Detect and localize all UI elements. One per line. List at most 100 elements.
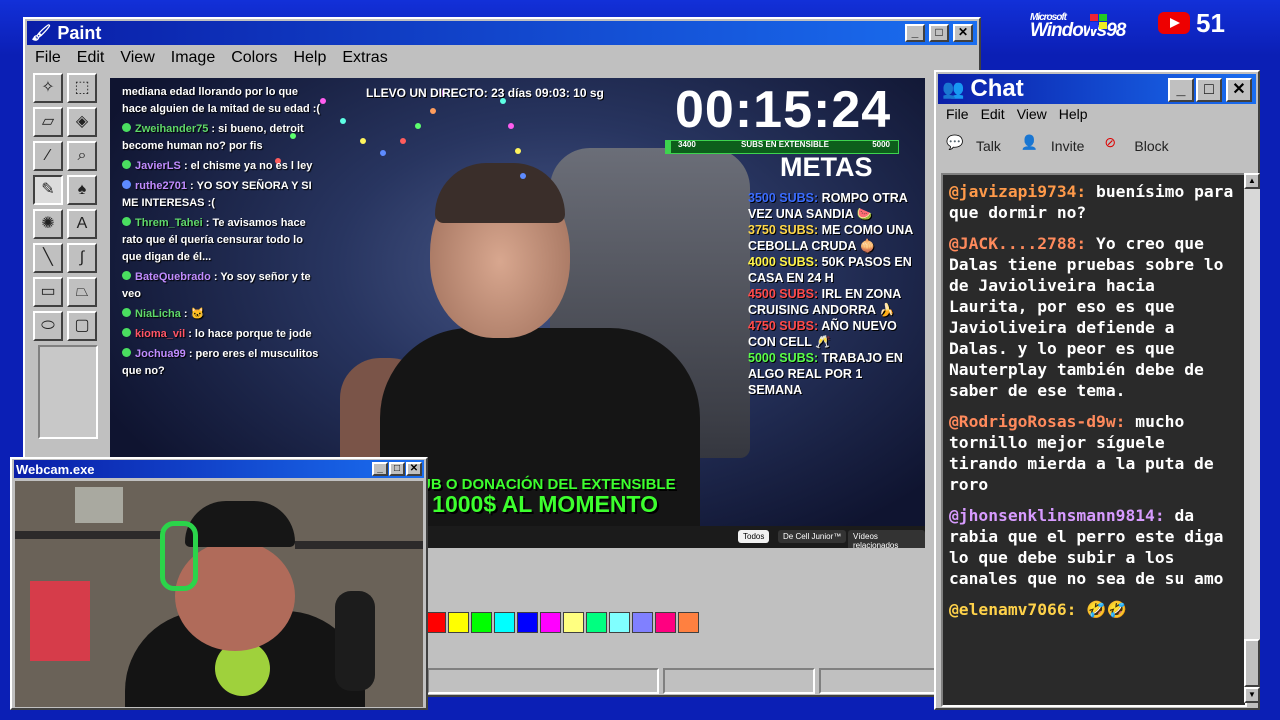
paint-menubar: File Edit View Image Colors Help Extras bbox=[27, 49, 396, 67]
chat-menubar: File Edit View Help bbox=[940, 106, 1094, 122]
menu-image[interactable]: Image bbox=[163, 49, 223, 67]
eraser-icon[interactable]: ▱ bbox=[33, 107, 63, 137]
menu-file[interactable]: File bbox=[27, 49, 69, 67]
menu-file[interactable]: File bbox=[940, 106, 975, 122]
goal-item: 3750 SUBS: ME COMO UNA CEBOLLA CRUDA 🧅 bbox=[748, 223, 913, 253]
maximize-button[interactable]: □ bbox=[929, 24, 949, 42]
rect-select-icon[interactable]: ⬚ bbox=[67, 73, 97, 103]
palette-color[interactable] bbox=[540, 612, 561, 633]
palette-color[interactable] bbox=[517, 612, 538, 633]
brush-icon[interactable]: ♠ bbox=[67, 175, 97, 205]
chat-title: Chat bbox=[970, 75, 1024, 102]
block-button[interactable]: ⊘ Block bbox=[1104, 134, 1168, 158]
webcam-feed bbox=[15, 481, 423, 707]
subscriber-count: 51 bbox=[1196, 8, 1225, 38]
palette-color[interactable] bbox=[448, 612, 469, 633]
palette-color[interactable] bbox=[609, 612, 630, 633]
invite-button[interactable]: 👤 Invite bbox=[1021, 134, 1084, 158]
free-select-icon[interactable]: ✧ bbox=[33, 73, 63, 103]
youtube-icon bbox=[1158, 12, 1190, 34]
ellipse-tool-icon[interactable]: ⬭ bbox=[33, 311, 63, 341]
rectangle-tool-icon[interactable]: ▭ bbox=[33, 277, 63, 307]
close-button[interactable]: ✕ bbox=[1226, 78, 1252, 102]
webcam-titlebar[interactable]: Webcam.exe _ □ ✕ bbox=[14, 460, 424, 478]
overlay-chat-line: JavierLS : el chisme ya no es l ley bbox=[122, 158, 322, 175]
tool-options-box[interactable] bbox=[38, 345, 98, 439]
fill-bucket-icon[interactable]: ◈ bbox=[67, 107, 97, 137]
magnifier-icon[interactable]: ⌕ bbox=[67, 141, 97, 171]
menu-extras[interactable]: Extras bbox=[334, 49, 395, 67]
overlay-chat-line: Zweihander75 : si bueno, detroit become … bbox=[122, 123, 304, 152]
scroll-down-icon[interactable]: ▼ bbox=[1244, 687, 1260, 703]
live-duration: LLEVO UN DIRECTO: 23 días 09:03: 10 sg bbox=[366, 86, 604, 100]
paint-statusbar bbox=[427, 668, 955, 696]
menu-edit[interactable]: Edit bbox=[69, 49, 113, 67]
palette-color[interactable] bbox=[632, 612, 653, 633]
pencil-icon[interactable]: ✎ bbox=[33, 175, 63, 205]
palette-color[interactable] bbox=[494, 612, 515, 633]
line-tool-icon[interactable]: ╲ bbox=[33, 243, 63, 273]
streamer-cap bbox=[185, 501, 295, 547]
minimize-button[interactable]: _ bbox=[372, 462, 388, 476]
palette-color[interactable] bbox=[586, 612, 607, 633]
scroll-up-icon[interactable]: ▲ bbox=[1244, 173, 1260, 189]
talk-button[interactable]: 💬 Talk bbox=[946, 134, 1001, 158]
close-button[interactable]: ✕ bbox=[953, 24, 973, 42]
color-picker-icon[interactable]: ⁄ bbox=[33, 141, 63, 171]
palette-color[interactable] bbox=[563, 612, 584, 633]
menu-view[interactable]: View bbox=[1011, 106, 1053, 122]
paint-app-icon: 🖌 bbox=[31, 25, 52, 42]
palette-color[interactable] bbox=[471, 612, 492, 633]
menu-help[interactable]: Help bbox=[285, 49, 334, 67]
subs-label: SUBS EN EXTENSIBLE bbox=[741, 140, 830, 149]
text-tool-icon[interactable]: A bbox=[67, 209, 97, 239]
chip-cell-junior[interactable]: De Cell Junior™ bbox=[778, 530, 847, 543]
rounded-rect-tool-icon[interactable]: ▢ bbox=[67, 311, 97, 341]
overlay-chat-line: mediana edad llorando por lo que hace al… bbox=[122, 86, 321, 115]
block-icon: ⊘ bbox=[1104, 134, 1117, 150]
menu-view[interactable]: View bbox=[112, 49, 162, 67]
invite-icon: 👤 bbox=[1020, 134, 1039, 150]
goal-item: 3500 SUBS: ROMPO OTRA VEZ UNA SANDIA 🍉 bbox=[748, 191, 908, 221]
palette-color[interactable] bbox=[655, 612, 676, 633]
chat-window: 👥 Chat _ □ ✕ File Edit View Help 💬 Talk 👤… bbox=[934, 70, 1260, 710]
chat-titlebar[interactable]: 👥 Chat _ □ ✕ bbox=[938, 74, 1256, 104]
palette-color[interactable] bbox=[678, 612, 699, 633]
maximize-button[interactable]: □ bbox=[389, 462, 405, 476]
polygon-tool-icon[interactable]: ⏢ bbox=[67, 277, 97, 307]
overlay-chat-line: NiaLicha : 🐱 bbox=[122, 306, 322, 323]
chat-scrollbar[interactable]: ▲ ▼ bbox=[1244, 173, 1260, 703]
subs-min: 3400 bbox=[678, 140, 696, 149]
scroll-thumb[interactable] bbox=[1244, 639, 1260, 687]
paint-titlebar[interactable]: 🖌 Paint _ □ ✕ bbox=[27, 21, 977, 45]
menu-colors[interactable]: Colors bbox=[223, 49, 285, 67]
minimize-button[interactable]: _ bbox=[1168, 78, 1194, 102]
chat-messages[interactable]: @javizapi9734: buenísimo para que dormir… bbox=[941, 173, 1247, 707]
shelf-item bbox=[75, 487, 123, 523]
status-pane bbox=[663, 668, 816, 694]
chat-message: @JACK....2788: Yo creo que Dalas tiene p… bbox=[949, 234, 1224, 400]
menu-edit[interactable]: Edit bbox=[975, 106, 1011, 122]
goals-list: 3500 SUBS: ROMPO OTRA VEZ UNA SANDIA 🍉 3… bbox=[748, 190, 918, 398]
webcam-window: Webcam.exe _ □ ✕ bbox=[10, 457, 428, 710]
overlay-chat-line: ruthe2701 : YO SOY SEÑORA Y SI ME INTERE… bbox=[122, 180, 312, 209]
windows-flag-icon bbox=[1090, 14, 1108, 30]
close-button[interactable]: ✕ bbox=[406, 462, 422, 476]
goal-item: 4500 SUBS: IRL EN ZONA CRUISING ANDORRA … bbox=[748, 287, 901, 317]
green-headset bbox=[160, 521, 198, 591]
maximize-button[interactable]: □ bbox=[1196, 78, 1222, 102]
overlay-chat-line: Jochua99 : pero eres el musculitos que n… bbox=[122, 348, 319, 377]
menu-help[interactable]: Help bbox=[1053, 106, 1094, 122]
chat-message: @javizapi9734: buenísimo para que dormir… bbox=[949, 182, 1234, 222]
curve-tool-icon[interactable]: ∫ bbox=[67, 243, 97, 273]
palette-color[interactable] bbox=[425, 612, 446, 633]
minimize-button[interactable]: _ bbox=[905, 24, 925, 42]
chat-message: @elenamv7066: 🤣🤣 bbox=[949, 600, 1127, 619]
chip-related[interactable]: Vídeos relacionados bbox=[848, 530, 925, 548]
extensible-timer: 00:15:24 bbox=[675, 81, 892, 139]
airbrush-icon[interactable]: ✺ bbox=[33, 209, 63, 239]
paint-title: Paint bbox=[57, 22, 102, 43]
toy-box bbox=[30, 581, 90, 661]
chip-todos[interactable]: Todos bbox=[738, 530, 770, 543]
shelf bbox=[295, 541, 423, 549]
